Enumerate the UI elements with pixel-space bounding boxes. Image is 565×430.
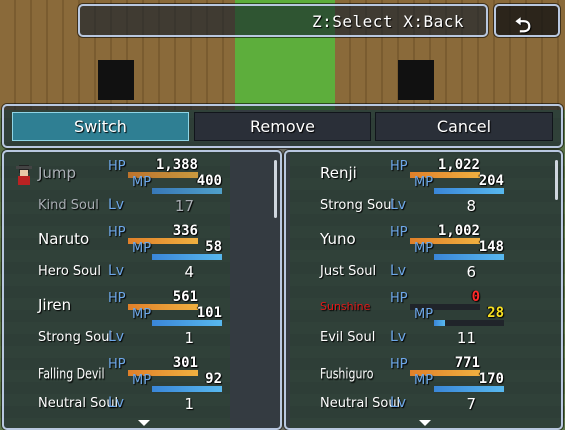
reserve-party-list[interactable]: Renji HP 1,022 MP 204 Strong Soul Lv 8 Y… bbox=[284, 150, 563, 430]
level-label: Lv bbox=[108, 395, 125, 411]
party-member[interactable]: Sunshine HP 0 MP 28 Evil Soul Lv 11 bbox=[286, 286, 561, 352]
switch-button-label: Switch bbox=[74, 117, 127, 136]
party-member[interactable]: Falling Devil HP 301 MP 92 Neutral Soul … bbox=[4, 352, 280, 418]
mp-label: MP bbox=[414, 241, 434, 256]
level-value: 7 bbox=[466, 395, 476, 413]
mp-label: MP bbox=[414, 373, 434, 388]
member-soul: Strong Soul bbox=[320, 198, 396, 213]
member-soul: Neutral Soul bbox=[320, 396, 401, 411]
member-name: Renji bbox=[320, 164, 357, 182]
mp-value: 28 bbox=[487, 305, 504, 321]
member-name: Sunshine bbox=[320, 300, 371, 313]
cancel-button-label: Cancel bbox=[436, 117, 492, 136]
member-soul: Strong Soul bbox=[38, 330, 114, 345]
hp-label: HP bbox=[108, 159, 126, 174]
hp-label: HP bbox=[108, 225, 126, 240]
level-value: 8 bbox=[466, 197, 476, 215]
mp-label: MP bbox=[132, 241, 152, 256]
member-name: Yuno bbox=[320, 230, 356, 248]
scroll-down-arrow-icon[interactable] bbox=[419, 420, 431, 426]
hp-value: 1,002 bbox=[437, 223, 480, 239]
level-label: Lv bbox=[390, 197, 407, 213]
mp-value: 148 bbox=[478, 239, 504, 255]
hp-value: 771 bbox=[454, 355, 480, 371]
member-name: Jiren bbox=[38, 296, 72, 314]
mp-value: 170 bbox=[478, 371, 504, 387]
party-member[interactable]: Jump HP 1,388 MP 400 Kind Soul Lv 17 bbox=[4, 154, 280, 220]
mp-label: MP bbox=[132, 373, 152, 388]
active-party-list[interactable]: Jump HP 1,388 MP 400 Kind Soul Lv 17 Nar… bbox=[2, 150, 282, 430]
switch-button[interactable]: Switch bbox=[12, 112, 189, 141]
mp-label: MP bbox=[132, 175, 152, 190]
hp-label: HP bbox=[108, 357, 126, 372]
level-label: Lv bbox=[108, 197, 125, 213]
door-left bbox=[98, 60, 134, 100]
hp-value: 1,022 bbox=[437, 157, 480, 173]
level-label: Lv bbox=[390, 263, 407, 279]
mp-value: 58 bbox=[205, 239, 222, 255]
mp-value: 92 bbox=[205, 371, 222, 387]
party-member[interactable]: Yuno HP 1,002 MP 148 Just Soul Lv 6 bbox=[286, 220, 561, 286]
level-value: 6 bbox=[466, 263, 476, 281]
hp-label: HP bbox=[390, 159, 408, 174]
mp-value: 204 bbox=[478, 173, 504, 189]
mp-value: 400 bbox=[196, 173, 222, 189]
level-value: 4 bbox=[184, 263, 194, 281]
hp-label: HP bbox=[108, 291, 126, 306]
help-text: Z:Select X:Back bbox=[312, 12, 464, 31]
hp-label: HP bbox=[390, 225, 408, 240]
party-member[interactable]: Fushiguro HP 771 MP 170 Neutral Soul Lv … bbox=[286, 352, 561, 418]
hp-label: HP bbox=[390, 291, 408, 306]
member-name: Fushiguro bbox=[320, 366, 374, 383]
hp-value: 336 bbox=[172, 223, 198, 239]
level-value: 1 bbox=[184, 329, 194, 347]
member-soul: Neutral Soul bbox=[38, 396, 119, 411]
level-label: Lv bbox=[108, 263, 125, 279]
return-arrow-icon: ⮌ bbox=[515, 13, 532, 37]
member-soul: Evil Soul bbox=[320, 330, 376, 345]
hp-value: 1,388 bbox=[155, 157, 198, 173]
member-name: Naruto bbox=[38, 230, 90, 248]
mp-label: MP bbox=[132, 307, 152, 322]
member-soul: Hero Soul bbox=[38, 264, 101, 279]
level-label: Lv bbox=[108, 329, 125, 345]
mp-label: MP bbox=[414, 307, 434, 322]
level-value: 17 bbox=[174, 197, 194, 215]
party-member[interactable]: Jiren HP 561 MP 101 Strong Soul Lv 1 bbox=[4, 286, 280, 352]
mp-label: MP bbox=[414, 175, 434, 190]
remove-button[interactable]: Remove bbox=[194, 112, 371, 141]
level-label: Lv bbox=[390, 395, 407, 411]
mp-value: 101 bbox=[196, 305, 222, 321]
back-button[interactable]: ⮌ bbox=[494, 4, 560, 37]
cancel-button[interactable]: Cancel bbox=[375, 112, 553, 141]
hp-value: 0 bbox=[471, 289, 480, 305]
scroll-down-arrow-icon[interactable] bbox=[138, 420, 150, 426]
help-window: Z:Select X:Back bbox=[78, 4, 488, 37]
hp-value: 561 bbox=[172, 289, 198, 305]
door-right bbox=[398, 60, 434, 100]
member-name: Jump bbox=[38, 164, 77, 182]
party-member[interactable]: Naruto HP 336 MP 58 Hero Soul Lv 4 bbox=[4, 220, 280, 286]
hp-value: 301 bbox=[172, 355, 198, 371]
remove-button-label: Remove bbox=[250, 117, 315, 136]
level-value: 1 bbox=[184, 395, 194, 413]
command-window: Switch Remove Cancel bbox=[2, 104, 563, 148]
member-soul: Just Soul bbox=[320, 264, 377, 279]
character-sprite-icon bbox=[16, 165, 32, 185]
party-member[interactable]: Renji HP 1,022 MP 204 Strong Soul Lv 8 bbox=[286, 154, 561, 220]
member-name: Falling Devil bbox=[38, 366, 105, 383]
member-soul: Kind Soul bbox=[38, 198, 99, 213]
level-value: 11 bbox=[456, 329, 476, 347]
hp-label: HP bbox=[390, 357, 408, 372]
level-label: Lv bbox=[390, 329, 407, 345]
